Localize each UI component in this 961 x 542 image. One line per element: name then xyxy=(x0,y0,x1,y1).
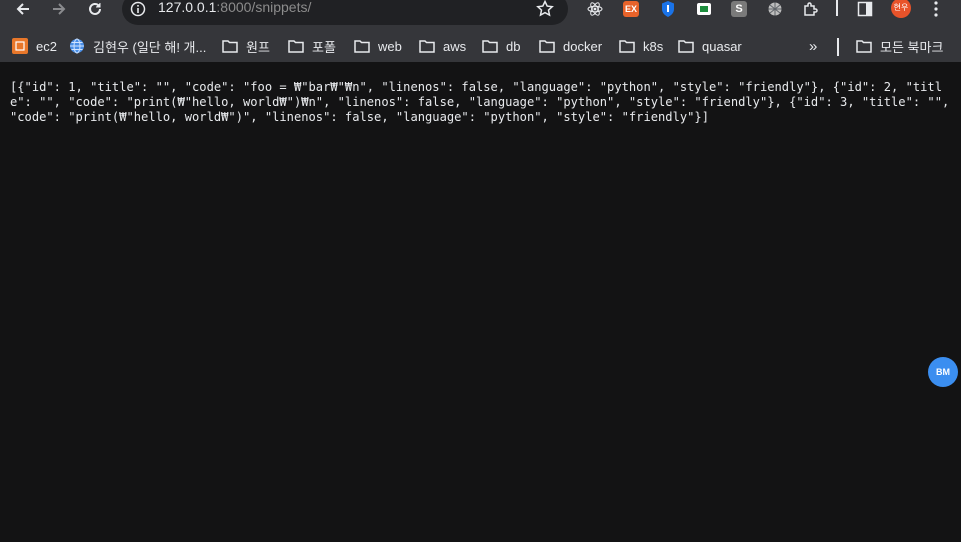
bookmark-star-icon[interactable] xyxy=(536,0,554,18)
bookmark-label: docker xyxy=(563,38,603,54)
bookmark-folder-quasar[interactable]: quasar xyxy=(678,38,742,54)
page-content: [{"id": 1, "title": "", "code": "foo = ₩… xyxy=(0,66,961,542)
bookmark-label: web xyxy=(378,38,402,54)
folder-icon xyxy=(354,40,370,53)
bookmark-folder-db[interactable]: db xyxy=(482,38,520,54)
bookmark-label: 모든 북마크 xyxy=(880,39,944,55)
globe-icon xyxy=(70,38,84,54)
extensions-puzzle-icon[interactable] xyxy=(802,0,820,18)
bookmark-label: 원프 xyxy=(246,39,270,55)
bookmark-ec2[interactable]: ec2 xyxy=(12,38,57,54)
bookmark-folder-web[interactable]: web xyxy=(354,38,402,54)
browser-window: 127.0.0.1:8000/snippets/ EX S 현우 ec2 김현우… xyxy=(0,0,961,542)
react-icon[interactable] xyxy=(586,0,604,18)
bookmark-folder-aws[interactable]: aws xyxy=(419,38,466,54)
folder-icon xyxy=(539,40,555,53)
bookmark-label: quasar xyxy=(702,38,742,54)
ex-extension-icon[interactable]: EX xyxy=(622,0,640,18)
forward-arrow-icon xyxy=(53,3,66,15)
spider-icon xyxy=(768,2,782,16)
bookmark-label: 포폴 xyxy=(312,39,336,55)
aws-icon xyxy=(12,38,28,54)
bookmark-folder-k8s[interactable]: k8s xyxy=(619,38,663,54)
url-path: :8000/snippets/ xyxy=(216,0,312,15)
s-extension-icon[interactable]: S xyxy=(730,0,748,18)
profile-avatar[interactable]: 현우 xyxy=(891,0,911,18)
bookmark-label: db xyxy=(506,38,521,54)
folder-icon xyxy=(419,40,435,53)
sheets-extension-icon[interactable] xyxy=(695,0,713,18)
back-arrow-icon xyxy=(16,3,29,15)
bookmark-label: 김현우 (일단 해! 개... xyxy=(93,39,207,55)
bookmark-label: k8s xyxy=(643,38,664,54)
bookmarks-divider xyxy=(837,38,839,56)
shield-extension-icon[interactable] xyxy=(659,0,677,18)
url-host: 127.0.0.1 xyxy=(158,0,217,15)
shield-icon xyxy=(662,1,674,17)
folder-icon xyxy=(288,40,304,53)
folder-icon xyxy=(482,40,498,53)
bookmark-blog[interactable]: 김현우 (일단 해! 개... xyxy=(69,38,207,55)
bookmarks-bar: ec2 김현우 (일단 해! 개... 원프 포폴 web aws db doc… xyxy=(0,30,961,62)
more-bookmarks-button[interactable]: » xyxy=(809,38,817,55)
site-info-icon[interactable] xyxy=(130,1,146,17)
reload-icon xyxy=(89,2,101,15)
url-text[interactable]: 127.0.0.1:8000/snippets/ xyxy=(158,0,311,15)
puzzle-icon xyxy=(804,2,818,16)
folder-icon xyxy=(678,40,694,53)
bookmark-folder-docker[interactable]: docker xyxy=(539,38,602,54)
floating-bm-button[interactable]: BM xyxy=(928,357,958,387)
json-response-text: [{"id": 1, "title": "", "code": "foo = ₩… xyxy=(10,80,957,124)
side-panel-icon[interactable] xyxy=(856,0,874,18)
bookmark-label: aws xyxy=(443,38,467,54)
react-logo-icon xyxy=(587,2,603,16)
more-vert-icon xyxy=(934,1,938,17)
toolbar-divider xyxy=(836,0,838,16)
folder-icon xyxy=(856,40,872,53)
side-panel-toggle-icon xyxy=(857,1,873,17)
address-bar[interactable]: 127.0.0.1:8000/snippets/ xyxy=(122,0,568,25)
bookmark-label: ec2 xyxy=(36,38,57,54)
bookmark-folder-onepro[interactable]: 원프 xyxy=(222,38,270,55)
folder-icon xyxy=(222,40,238,53)
spider-extension-icon[interactable] xyxy=(766,0,784,18)
all-bookmarks-folder[interactable]: 모든 북마크 xyxy=(856,38,944,55)
menu-kebab-icon[interactable] xyxy=(927,0,945,18)
folder-icon xyxy=(619,40,635,53)
bookmark-folder-portfolio[interactable]: 포폴 xyxy=(288,38,336,55)
